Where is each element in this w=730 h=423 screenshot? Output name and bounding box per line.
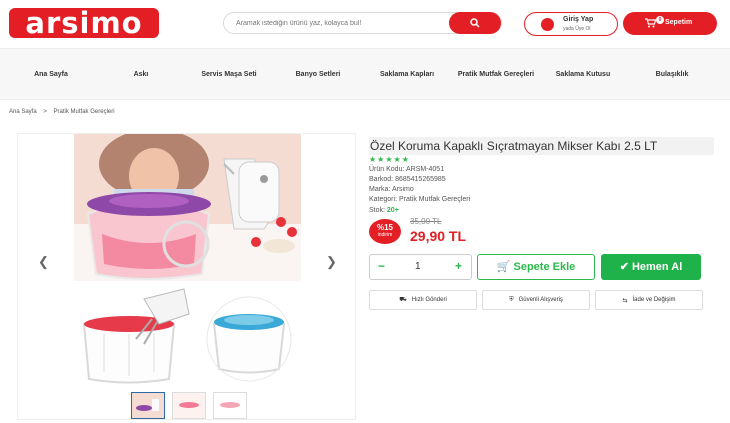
nav-item-saklama-kaplari[interactable]: Saklama Kapları — [366, 49, 448, 101]
buy-now-label: Hemen Al — [631, 261, 683, 273]
feature-return-exchange[interactable]: ⇆ İade ve Değişim — [595, 290, 703, 310]
cart-label: Sepetim — [665, 19, 693, 26]
signup-link: yada Üye Ol — [563, 26, 591, 32]
quantity-value[interactable]: 1 — [415, 261, 421, 272]
nav-item-saklama-kutusu[interactable]: Saklama Kutusu — [542, 49, 624, 101]
truck-icon: ⛟ — [399, 297, 407, 303]
feature-fast-delivery[interactable]: ⛟ Hızlı Gönderi — [369, 290, 477, 310]
cart-button[interactable]: 0 Sepetim — [623, 12, 717, 35]
feature-fast-delivery-label: Hızlı Gönderi — [411, 297, 447, 303]
feature-secure-shopping[interactable]: ⛨ Güvenli Alışveriş — [482, 290, 590, 310]
stock-value: 20+ — [386, 207, 399, 214]
nav-item-servis-masa-seti[interactable]: Servis Maşa Seti — [188, 49, 270, 101]
feature-secure-shopping-label: Güvenli Alışveriş — [518, 297, 563, 303]
nav-item-banyo-setleri[interactable]: Banyo Setleri — [277, 49, 359, 101]
thumbnail-1[interactable] — [131, 392, 165, 419]
discount-badge: %15 indirim — [369, 219, 401, 244]
search-bar — [223, 12, 502, 34]
product-photo-illustration — [74, 134, 301, 281]
feature-return-exchange-label: İade ve Değişim — [632, 297, 676, 303]
gallery-next-arrow[interactable]: ❯ — [326, 254, 337, 270]
product-main-image[interactable] — [74, 134, 301, 281]
shield-icon: ⛨ — [509, 296, 514, 303]
product-brand: Marka: Arsimo — [369, 186, 414, 193]
nav-item-bulasiklik[interactable]: Bulaşıklık — [631, 49, 713, 101]
stock-label: Stok: — [369, 207, 385, 214]
site-header: arsimo Giriş Yap yada Üye Ol 0 Sepetim — [0, 0, 730, 48]
product-barcode: Barkod: 8685415265985 — [369, 176, 446, 183]
product-category: Kategori: Pratik Mutfak Gereçleri — [369, 196, 471, 203]
login-title: Giriş Yap — [563, 16, 594, 23]
stock-info: Stok: 20+ — [369, 207, 399, 214]
thumbnail-3[interactable] — [213, 392, 247, 419]
arsimo-logo[interactable]: arsimo — [9, 8, 159, 38]
thumbnail-strip — [131, 392, 251, 419]
product-secondary-image — [74, 284, 301, 388]
product-info: Özel Koruma Kapaklı Sıçratmayan Mikser K… — [365, 133, 714, 420]
discount-label: indirim — [377, 232, 393, 238]
rating-stars[interactable]: ★★★★★ — [369, 155, 410, 164]
discount-percent: %15 — [376, 223, 393, 232]
cart-count-badge: 0 — [656, 16, 664, 24]
search-icon — [470, 18, 480, 28]
breadcrumb-home[interactable]: Ana Sayfa — [9, 109, 37, 115]
quantity-increase-button[interactable]: + — [455, 259, 462, 273]
quantity-decrease-button[interactable]: − — [378, 259, 385, 273]
nav-item-aski[interactable]: Askı — [100, 49, 182, 101]
nav-item-pratik-mutfak[interactable]: Pratik Mutfak Gereçleri — [455, 49, 537, 101]
product-title: Özel Koruma Kapaklı Sıçratmayan Mikser K… — [369, 137, 714, 155]
search-input[interactable] — [236, 16, 446, 31]
gallery-prev-arrow[interactable]: ❮ — [38, 254, 49, 270]
login-button[interactable]: Giriş Yap yada Üye Ol — [524, 12, 618, 36]
buy-now-icon: ✔ — [619, 261, 629, 273]
quantity-stepper: − 1 + — [369, 254, 472, 280]
buy-now-button[interactable]: ✔ Hemen Al — [601, 254, 701, 280]
cart-icon — [645, 18, 656, 28]
breadcrumb: Ana Sayfa > Pratik Mutfak Gereçleri — [9, 109, 120, 115]
product-gallery: ❮ ❯ — [17, 133, 356, 420]
nav-item-ana-sayfa[interactable]: Ana Sayfa — [10, 49, 92, 101]
user-icon — [541, 18, 554, 31]
add-to-cart-label: Sepete Ekle — [513, 261, 576, 273]
thumbnail-2[interactable] — [172, 392, 206, 419]
product-variants-illustration — [74, 284, 301, 388]
breadcrumb-separator: > — [43, 109, 47, 115]
search-button[interactable] — [449, 12, 501, 34]
exchange-icon: ⇆ — [622, 297, 628, 304]
product-code: Ürün Kodu: ARSM-4051 — [369, 166, 445, 173]
breadcrumb-current[interactable]: Pratik Mutfak Gereçleri — [54, 109, 115, 115]
add-to-cart-button[interactable]: 🛒 Sepete Ekle — [477, 254, 595, 280]
current-price: 29,90 TL — [410, 228, 467, 244]
main-nav: Ana Sayfa Askı Servis Maşa Seti Banyo Se… — [0, 48, 730, 100]
cart-plus-icon: 🛒 — [496, 261, 511, 273]
old-price: 35,00 TL — [410, 217, 442, 226]
